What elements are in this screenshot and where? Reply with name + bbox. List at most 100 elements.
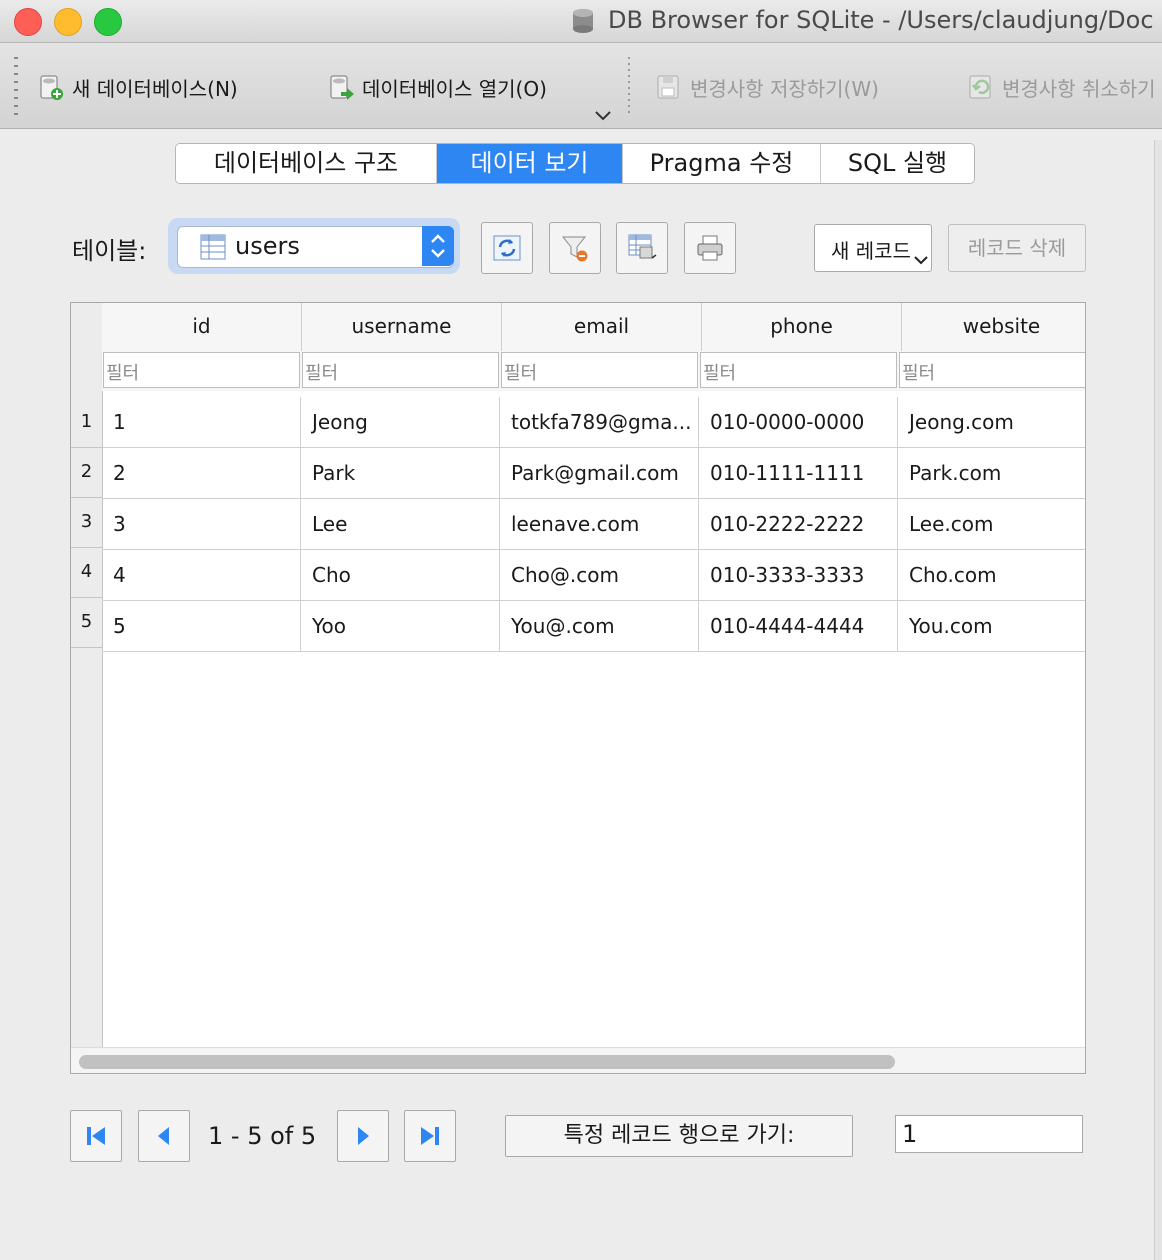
new-database-label: 새 데이터베이스(N)	[72, 76, 238, 101]
title-bar: DB Browser for SQLite - /Users/claudjung…	[0, 0, 1162, 43]
open-database-button[interactable]: 데이터베이스 열기(O)	[326, 70, 547, 104]
previous-page-button[interactable]	[138, 1110, 190, 1162]
database-icon	[573, 9, 593, 33]
filter-input-website[interactable]: 필터	[899, 352, 1085, 388]
table-cell[interactable]: Yoo	[301, 601, 500, 651]
data-grid: id username email phone website 필터 필터 필터…	[70, 302, 1086, 1074]
table-cell[interactable]: Jeong	[301, 397, 500, 447]
tab-edit-pragmas[interactable]: Pragma 수정	[623, 144, 821, 183]
toolbar-overflow-chevron-icon[interactable]	[592, 105, 614, 125]
table-cell[interactable]: Park@gmail.com	[500, 448, 699, 498]
page-info: 1 - 5 of 5	[208, 1122, 317, 1150]
column-header-phone[interactable]: phone	[702, 303, 902, 351]
updown-chevron-icon	[431, 234, 445, 258]
minimize-window-button[interactable]	[54, 8, 82, 36]
table-row: 4 Cho Cho@.com 010-3333-3333 Cho.com	[102, 550, 1085, 601]
revert-changes-label: 변경사항 취소하기	[1002, 76, 1156, 101]
table-cell[interactable]: leenave.com	[500, 499, 699, 549]
table-cell[interactable]: 2	[102, 448, 301, 498]
table-cell[interactable]: Cho	[301, 550, 500, 600]
arrow-left-icon	[158, 1127, 169, 1145]
filter-row: 필터 필터 필터 필터 필터	[102, 351, 1085, 391]
table-cell[interactable]: Jeong.com	[898, 397, 1085, 447]
first-page-button[interactable]	[70, 1110, 122, 1162]
row-number[interactable]: 1	[71, 397, 102, 448]
revert-icon	[969, 75, 991, 99]
goto-record-input[interactable]: 1	[895, 1115, 1083, 1153]
save-icon	[657, 75, 679, 99]
toolbar-grip[interactable]	[14, 57, 18, 117]
table-cell[interactable]: Park	[301, 448, 500, 498]
maximize-window-button[interactable]	[94, 8, 122, 36]
new-database-icon	[40, 75, 63, 100]
table-cell[interactable]: You.com	[898, 601, 1085, 651]
tab-database-structure[interactable]: 데이터베이스 구조	[176, 144, 437, 183]
column-header-row: id username email phone website	[102, 303, 1085, 352]
filter-input-username[interactable]: 필터	[302, 352, 499, 388]
table-cell[interactable]: 010-2222-2222	[699, 499, 898, 549]
open-database-icon	[330, 75, 354, 100]
horizontal-scrollbar[interactable]	[71, 1047, 1085, 1073]
column-header-email[interactable]: email	[502, 303, 702, 351]
toolbar-separator	[628, 57, 630, 117]
open-database-label: 데이터베이스 열기(O)	[362, 76, 547, 101]
table-cell[interactable]: 010-4444-4444	[699, 601, 898, 651]
table-cell[interactable]: Lee.com	[898, 499, 1085, 549]
table-row: 1 Jeong totkfa789@gma... 010-0000-0000 J…	[102, 397, 1085, 448]
refresh-table-button[interactable]	[481, 222, 533, 274]
table-cell[interactable]: 5	[102, 601, 301, 651]
filter-input-phone[interactable]: 필터	[700, 352, 897, 388]
column-header-username[interactable]: username	[302, 303, 502, 351]
revert-changes-button[interactable]: 변경사항 취소하기	[966, 70, 1156, 104]
table-cell[interactable]: Cho.com	[898, 550, 1085, 600]
table-cell[interactable]: Lee	[301, 499, 500, 549]
table-cell[interactable]: You@.com	[500, 601, 699, 651]
table-cell[interactable]: Park.com	[898, 448, 1085, 498]
table-cell[interactable]: 010-1111-1111	[699, 448, 898, 498]
column-header-website[interactable]: website	[902, 303, 1085, 351]
table-label: 테이블:	[72, 237, 147, 265]
table-cell[interactable]: 010-0000-0000	[699, 397, 898, 447]
table-cell[interactable]: 1	[102, 397, 301, 447]
horizontal-scrollbar-thumb[interactable]	[79, 1055, 895, 1069]
table-row: 5 Yoo You@.com 010-4444-4444 You.com	[102, 601, 1085, 652]
table-cell[interactable]: 3	[102, 499, 301, 549]
save-changes-button[interactable]: 변경사항 저장하기(W)	[654, 70, 879, 104]
tab-browse-data[interactable]: 데이터 보기	[437, 144, 623, 183]
save-changes-label: 변경사항 저장하기(W)	[690, 76, 879, 101]
table-cell[interactable]: 4	[102, 550, 301, 600]
row-number[interactable]: 3	[71, 497, 102, 548]
filter-input-email[interactable]: 필터	[501, 352, 698, 388]
refresh-icon	[493, 235, 521, 261]
dropdown-chevron-icon	[914, 256, 928, 265]
column-header-id[interactable]: id	[102, 303, 302, 351]
delete-record-button[interactable]: 레코드 삭제	[948, 224, 1086, 272]
right-edge-panel	[1154, 140, 1162, 1260]
new-record-label: 새 레코드	[831, 239, 911, 263]
next-page-button[interactable]	[337, 1110, 389, 1162]
filter-input-id[interactable]: 필터	[103, 352, 300, 388]
data-rows: 1 Jeong totkfa789@gma... 010-0000-0000 J…	[102, 397, 1085, 652]
window-title: DB Browser for SQLite - /Users/claudjung…	[608, 6, 1154, 34]
skip-to-first-icon	[87, 1127, 105, 1145]
main-toolbar: 새 데이터베이스(N) 데이터베이스 열기(O) 변경사항 저장하기(W) 변경…	[0, 43, 1162, 129]
table-select[interactable]: users	[177, 226, 454, 268]
table-cell[interactable]: Cho@.com	[500, 550, 699, 600]
clear-filters-button[interactable]	[549, 222, 601, 274]
row-number[interactable]: 5	[71, 597, 102, 648]
table-cell[interactable]: 010-3333-3333	[699, 550, 898, 600]
close-window-button[interactable]	[14, 8, 42, 36]
table-select-arrows[interactable]	[422, 226, 454, 266]
arrow-right-icon	[358, 1127, 369, 1145]
new-record-button[interactable]: 새 레코드	[814, 224, 932, 272]
new-database-button[interactable]: 새 데이터베이스(N)	[36, 70, 238, 104]
tab-execute-sql[interactable]: SQL 실행	[821, 144, 974, 183]
print-button[interactable]	[684, 222, 736, 274]
save-table-as-button[interactable]	[616, 222, 668, 274]
table-cell[interactable]: totkfa789@gma...	[500, 397, 699, 447]
last-page-button[interactable]	[404, 1110, 456, 1162]
printer-icon	[697, 235, 723, 261]
row-number[interactable]: 2	[71, 447, 102, 498]
goto-record-button[interactable]: 특정 레코드 행으로 가기:	[505, 1115, 853, 1157]
row-number[interactable]: 4	[71, 547, 102, 598]
